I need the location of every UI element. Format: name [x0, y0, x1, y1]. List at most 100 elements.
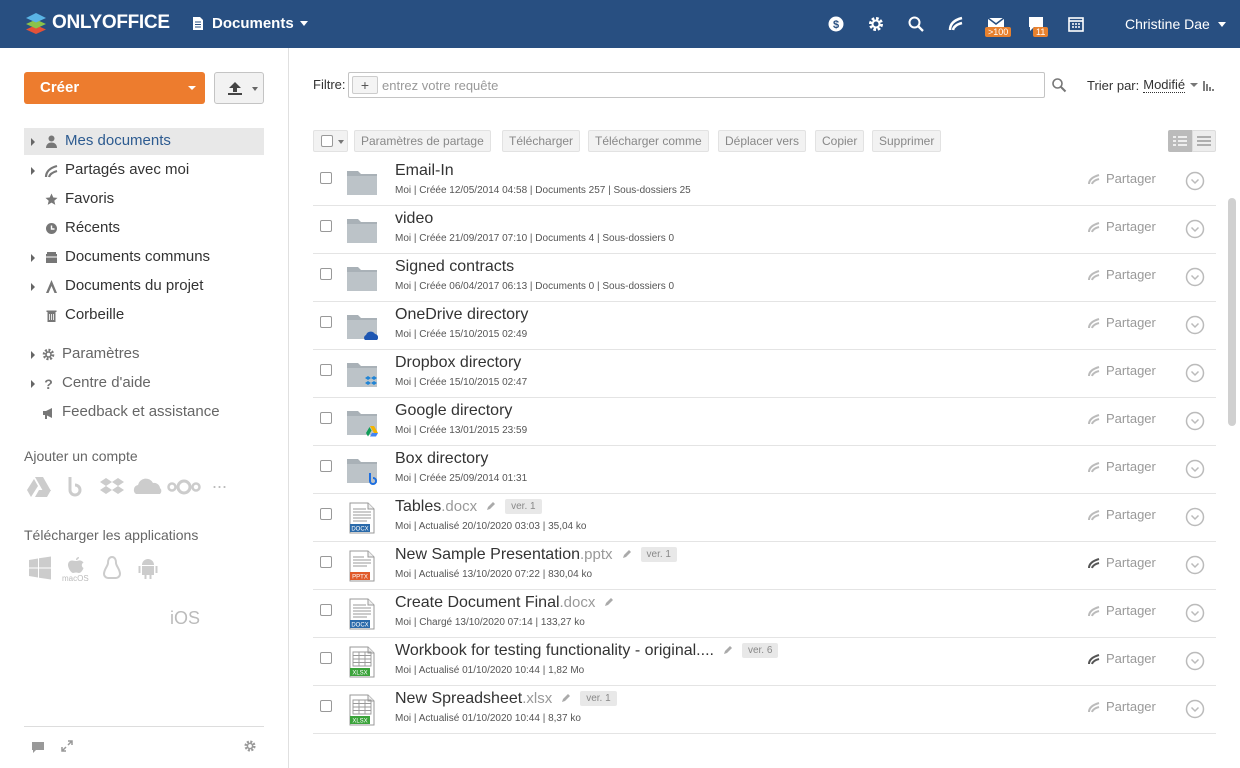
- sidebar-item-person[interactable]: Mes documents: [24, 128, 264, 155]
- file-row[interactable]: Box directory Moi | Créée 25/09/2014 01:3…: [313, 446, 1216, 494]
- file-row[interactable]: Dropbox directory Moi | Créée 15/10/2015 …: [313, 350, 1216, 398]
- product-switcher[interactable]: Documents: [192, 15, 308, 32]
- sidebar-item-question[interactable]: ? Centre d'aide: [24, 370, 264, 397]
- create-button[interactable]: Créer: [24, 72, 205, 104]
- sidebar-item-common-docs[interactable]: Documents communs: [24, 244, 264, 271]
- share-link[interactable]: Partager: [1088, 411, 1156, 426]
- calendar-icon[interactable]: [1067, 15, 1085, 33]
- file-name[interactable]: Tables: [395, 498, 441, 516]
- row-menu-icon[interactable]: [1185, 219, 1205, 239]
- delete-button[interactable]: Supprimer: [872, 130, 942, 152]
- download-button[interactable]: Télécharger: [502, 130, 581, 152]
- support-chat-icon[interactable]: [31, 741, 45, 753]
- row-checkbox[interactable]: [320, 364, 332, 376]
- row-checkbox[interactable]: [320, 172, 332, 184]
- sort-order-icon[interactable]: [1203, 79, 1215, 91]
- file-row[interactable]: DOCX Create Document Final .docx Moi | Char…: [313, 590, 1216, 638]
- share-link[interactable]: Partager: [1088, 363, 1156, 378]
- windows-icon[interactable]: [28, 556, 52, 580]
- row-checkbox[interactable]: [320, 652, 332, 664]
- share-settings-button[interactable]: Paramètres de partage: [354, 130, 491, 152]
- row-menu-icon[interactable]: [1185, 363, 1205, 383]
- file-row[interactable]: Signed contracts Moi | Créée 06/04/2017 0…: [313, 254, 1216, 302]
- row-menu-icon[interactable]: [1185, 651, 1205, 671]
- row-checkbox[interactable]: [320, 508, 332, 520]
- file-row[interactable]: DOCX Tables .docx ver. 1 Moi | Actualisé 20/…: [313, 494, 1216, 542]
- search-icon[interactable]: [907, 15, 925, 33]
- expand-arrow-icon[interactable]: [31, 283, 35, 291]
- sidebar-item-trash[interactable]: Corbeille: [24, 302, 264, 329]
- expand-arrow-icon[interactable]: [31, 351, 35, 359]
- dropbox-icon[interactable]: [100, 476, 124, 498]
- sidebar-item-project[interactable]: Documents du projet: [24, 273, 264, 300]
- sidebar-item-gear[interactable]: Paramètres: [24, 341, 264, 368]
- file-name[interactable]: New Spreadsheet: [395, 690, 522, 708]
- expand-icon[interactable]: [61, 740, 73, 752]
- sidebar-item-megaphone[interactable]: Feedback et assistance: [24, 399, 264, 426]
- apple-icon[interactable]: [64, 556, 88, 574]
- sort-value[interactable]: Modifié: [1143, 77, 1186, 93]
- row-menu-icon[interactable]: [1185, 411, 1205, 431]
- box-icon[interactable]: [66, 476, 86, 498]
- share-link[interactable]: Partager: [1088, 219, 1156, 234]
- version-badge[interactable]: ver. 1: [580, 691, 617, 706]
- version-badge[interactable]: ver. 1: [640, 547, 677, 562]
- share-link[interactable]: Partager: [1088, 651, 1156, 666]
- row-view-button[interactable]: [1168, 130, 1192, 152]
- file-name[interactable]: Signed contracts: [395, 258, 514, 276]
- more-accounts-icon[interactable]: ...: [212, 472, 227, 493]
- row-menu-icon[interactable]: [1185, 315, 1205, 335]
- row-menu-icon[interactable]: [1185, 507, 1205, 527]
- gear-icon[interactable]: [867, 15, 885, 33]
- edit-pencil-icon[interactable]: [561, 693, 571, 703]
- version-badge[interactable]: ver. 6: [741, 643, 779, 658]
- sidebar-item-clock[interactable]: Récents: [24, 215, 264, 242]
- upload-button[interactable]: [214, 72, 264, 104]
- row-checkbox[interactable]: [320, 700, 332, 712]
- row-checkbox[interactable]: [320, 412, 332, 424]
- file-name[interactable]: New Sample Presentation: [395, 546, 580, 564]
- row-menu-icon[interactable]: [1185, 555, 1205, 575]
- select-all-checkbox[interactable]: [313, 130, 348, 152]
- file-row[interactable]: Email-In Moi | Créée 12/05/2014 04:58 | D…: [313, 158, 1216, 206]
- file-name[interactable]: Workbook for testing functionality - ori…: [395, 642, 714, 660]
- move-to-button[interactable]: Déplacer vers: [718, 130, 807, 152]
- row-menu-icon[interactable]: [1185, 699, 1205, 719]
- row-checkbox[interactable]: [320, 460, 332, 472]
- copy-button[interactable]: Copier: [815, 130, 865, 152]
- row-menu-icon[interactable]: [1185, 459, 1205, 479]
- row-checkbox[interactable]: [320, 604, 332, 616]
- filter-input[interactable]: + entrez votre requête: [348, 72, 1045, 98]
- sidebar-item-star[interactable]: Favoris: [24, 186, 264, 213]
- row-checkbox[interactable]: [320, 220, 332, 232]
- nextcloud-icon[interactable]: [167, 476, 201, 498]
- linux-icon[interactable]: [100, 556, 124, 580]
- edit-pencil-icon[interactable]: [486, 501, 496, 511]
- file-row[interactable]: XLSX New Spreadsheet .xlsx ver. 1 Moi | Actu…: [313, 686, 1216, 734]
- edit-pencil-icon[interactable]: [622, 549, 632, 559]
- add-filter-button[interactable]: +: [352, 76, 378, 94]
- version-badge[interactable]: ver. 1: [505, 499, 542, 514]
- row-checkbox[interactable]: [320, 316, 332, 328]
- expand-arrow-icon[interactable]: [31, 254, 35, 262]
- onedrive-icon[interactable]: [132, 476, 164, 498]
- share-link[interactable]: Partager: [1088, 507, 1156, 522]
- share-link[interactable]: Partager: [1088, 315, 1156, 330]
- file-row[interactable]: PPTX New Sample Presentation .pptx ver. 1 Mo…: [313, 542, 1216, 590]
- file-row[interactable]: OneDrive directory Moi | Créée 15/10/2015…: [313, 302, 1216, 350]
- search-icon[interactable]: [1051, 77, 1067, 93]
- row-menu-icon[interactable]: [1185, 603, 1205, 623]
- android-icon[interactable]: [136, 556, 160, 580]
- user-menu[interactable]: Christine Dae: [1125, 16, 1226, 32]
- compact-view-button[interactable]: [1192, 130, 1216, 152]
- download-as-button[interactable]: Télécharger comme: [588, 130, 709, 152]
- ios-label[interactable]: iOS: [170, 608, 200, 629]
- file-name[interactable]: Box directory: [395, 450, 488, 468]
- file-name[interactable]: Dropbox directory: [395, 354, 521, 372]
- onlyoffice-logo[interactable]: ONLYOFFICE: [24, 11, 170, 35]
- settings-gear-icon[interactable]: [243, 739, 257, 753]
- row-menu-icon[interactable]: [1185, 267, 1205, 287]
- expand-arrow-icon[interactable]: [31, 167, 35, 175]
- scrollbar[interactable]: [1228, 198, 1236, 426]
- row-menu-icon[interactable]: [1185, 171, 1205, 191]
